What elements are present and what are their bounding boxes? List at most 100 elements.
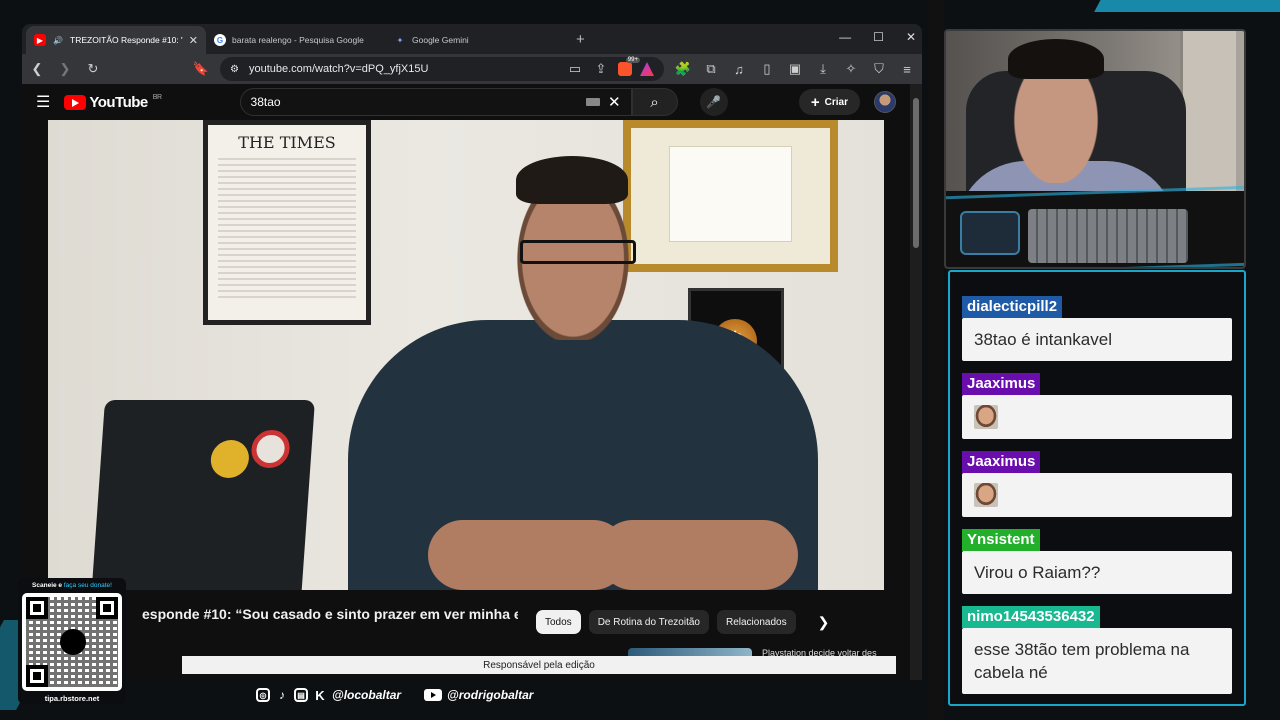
qr-url: tipa.rbstore.net — [44, 694, 100, 703]
forward-icon[interactable]: ❯ — [56, 60, 74, 78]
share-icon[interactable]: ⇪ — [592, 60, 610, 78]
maximize-icon[interactable]: ☐ — [873, 30, 884, 44]
tab-title: barata realengo - Pesquisa Google — [232, 35, 364, 45]
console-device — [960, 211, 1020, 255]
logo-text: YouTube — [89, 93, 148, 111]
browser-window: ▶ 🔊 TREZOITÃO Responde #10: "Sou ca ✕ G … — [22, 24, 922, 680]
plus-icon: + — [810, 93, 820, 111]
tab-google-search[interactable]: G barata realengo - Pesquisa Google — [206, 26, 386, 54]
tab-youtube[interactable]: ▶ 🔊 TREZOITÃO Responde #10: "Sou ca ✕ — [26, 26, 206, 54]
extensions-icon[interactable]: 🧩 — [674, 60, 692, 78]
rewards-badge: 1 — [656, 57, 660, 63]
tab-gemini[interactable]: ✦ Google Gemini — [386, 26, 566, 54]
donate-qr-panel: Scaneie e faça seu donate! tipa.rbstore.… — [18, 578, 126, 704]
qr-code — [22, 593, 122, 691]
stream-chat: dialecticpill2 38tao é intankavel Jaaxim… — [948, 270, 1246, 706]
recommendation-chips: Todos De Rotina do Trezoitão Relacionado… — [536, 610, 829, 634]
window-controls: — ☐ ✕ — [839, 30, 916, 44]
clear-search-icon[interactable]: ✕ — [608, 93, 621, 111]
editor-credit-bar: Responsável pela edição — [182, 656, 896, 674]
qr-caption: Scaneie e faça seu donate! — [32, 582, 112, 589]
chat-text: Virou o Raiam?? — [962, 551, 1232, 594]
shields-badge: 99+ — [625, 57, 640, 63]
google-icon: G — [214, 34, 226, 46]
tab-title: Google Gemini — [412, 35, 469, 45]
video-player[interactable]: THE TIMES ₿ — [48, 120, 884, 590]
social-handle-primary: @locobaltar — [332, 688, 402, 702]
chat-message: dialecticpill2 38tao é intankavel — [962, 296, 1232, 361]
chat-message: Jaaximus — [962, 451, 1232, 517]
sidebar-icon[interactable]: ▯ — [758, 60, 776, 78]
chat-username: Jaaximus — [962, 451, 1041, 473]
search-button[interactable]: ⌕ — [631, 88, 678, 116]
gemini-icon: ✦ — [396, 35, 404, 45]
laptop — [91, 400, 315, 590]
search-input[interactable]: 38tao ✕ — [239, 88, 632, 116]
youtube-icon — [424, 689, 443, 701]
newspaper-frame: THE TIMES — [203, 120, 371, 325]
video-presenter — [348, 156, 818, 590]
chat-message: Ynsistent Virou o Raiam?? — [962, 529, 1232, 594]
cast-icon[interactable]: ▭ — [566, 60, 584, 78]
close-window-icon[interactable]: ✕ — [906, 30, 916, 44]
youtube-logo[interactable]: YouTube BR — [64, 93, 162, 111]
youtube-header: ☰ YouTube BR 38tao ✕ ⌕ 🎤 + Criar — [22, 84, 910, 120]
chat-username: Ynsistent — [962, 529, 1040, 551]
webcam-feed — [944, 29, 1246, 269]
chat-username: dialecticpill2 — [962, 296, 1063, 318]
youtube-play-icon — [64, 94, 87, 110]
tab-title: TREZOITÃO Responde #10: "Sou ca — [70, 35, 183, 45]
download-icon[interactable]: ⤓ — [814, 60, 832, 78]
chat-message: Jaaximus — [962, 373, 1232, 439]
chevron-right-icon[interactable]: ❯ — [818, 614, 830, 631]
page-scrollbar[interactable] — [910, 84, 922, 680]
search-value: 38tao — [250, 95, 281, 109]
chat-text: 38tao é intankavel — [962, 318, 1232, 361]
menu-hamburger-icon[interactable]: ☰ — [36, 92, 50, 112]
newspaper-headline: THE TIMES — [238, 133, 336, 152]
close-tab-icon[interactable]: ✕ — [189, 34, 198, 47]
leo-ai-icon[interactable]: ✧ — [842, 60, 860, 78]
avatar[interactable] — [874, 91, 896, 113]
face-emote-icon — [974, 405, 998, 429]
search-icon: ⌕ — [650, 93, 659, 111]
browser-toolbar: ❮ ❯ ↻ 🔖 ⚙ youtube.com/watch?v=dPQ_yfjX15… — [22, 54, 922, 84]
menu-icon[interactable]: ≡ — [898, 60, 916, 78]
chat-username: Jaaximus — [962, 373, 1041, 395]
chat-username: nimo14543536432 — [962, 606, 1100, 628]
video-info-row: esponde #10: “Sou casado e sinto prazer … — [48, 596, 884, 636]
chip-todos[interactable]: Todos — [536, 610, 581, 634]
qr-caption-link: faça seu donate! — [63, 582, 112, 589]
chip-channel[interactable]: De Rotina do Trezoitão — [588, 610, 709, 634]
voice-search-button[interactable]: 🎤 — [699, 88, 728, 116]
chip-related[interactable]: Relacionados — [716, 610, 796, 634]
site-info-icon[interactable]: ⚙ — [230, 64, 239, 75]
create-label: Criar — [824, 96, 848, 108]
back-icon[interactable]: ❮ — [28, 60, 46, 78]
music-icon[interactable]: ♫ — [730, 60, 748, 78]
tab-strip: ▶ 🔊 TREZOITÃO Responde #10: "Sou ca ✕ G … — [22, 24, 922, 54]
chat-emote-bubble — [962, 473, 1232, 517]
chat-text: esse 38tão tem problema na cabela né — [962, 628, 1232, 694]
speaker-icon[interactable]: 🔊 — [52, 34, 64, 46]
mic-icon: 🎤 — [706, 95, 721, 109]
address-bar[interactable]: ⚙ youtube.com/watch?v=dPQ_yfjX15U ▭ ⇪ 99… — [220, 57, 664, 81]
keyboard-device — [1028, 209, 1188, 263]
tiktok-icon: ♪ — [279, 688, 285, 702]
bookmark-icon[interactable]: 🔖 — [192, 60, 210, 78]
keyboard-icon[interactable] — [585, 98, 600, 106]
brave-rewards-icon[interactable]: 1 — [640, 62, 654, 76]
scrollbar-thumb[interactable] — [913, 98, 919, 248]
brave-shields-icon[interactable]: 99+ — [618, 57, 640, 76]
face-emote-icon — [974, 483, 998, 507]
screenshot-icon[interactable]: ⧉ — [702, 60, 720, 78]
chat-emote-bubble — [962, 395, 1232, 439]
vpn-icon[interactable]: ⛉ — [870, 60, 888, 78]
chat-message: nimo14543536432 esse 38tão tem problema … — [962, 606, 1232, 694]
new-tab-button[interactable]: + — [566, 31, 595, 54]
wallet-icon[interactable]: ▣ — [786, 60, 804, 78]
youtube-icon: ▶ — [34, 34, 46, 46]
minimize-icon[interactable]: — — [839, 30, 851, 44]
reload-icon[interactable]: ↻ — [84, 60, 102, 78]
create-button[interactable]: + Criar — [798, 89, 860, 115]
